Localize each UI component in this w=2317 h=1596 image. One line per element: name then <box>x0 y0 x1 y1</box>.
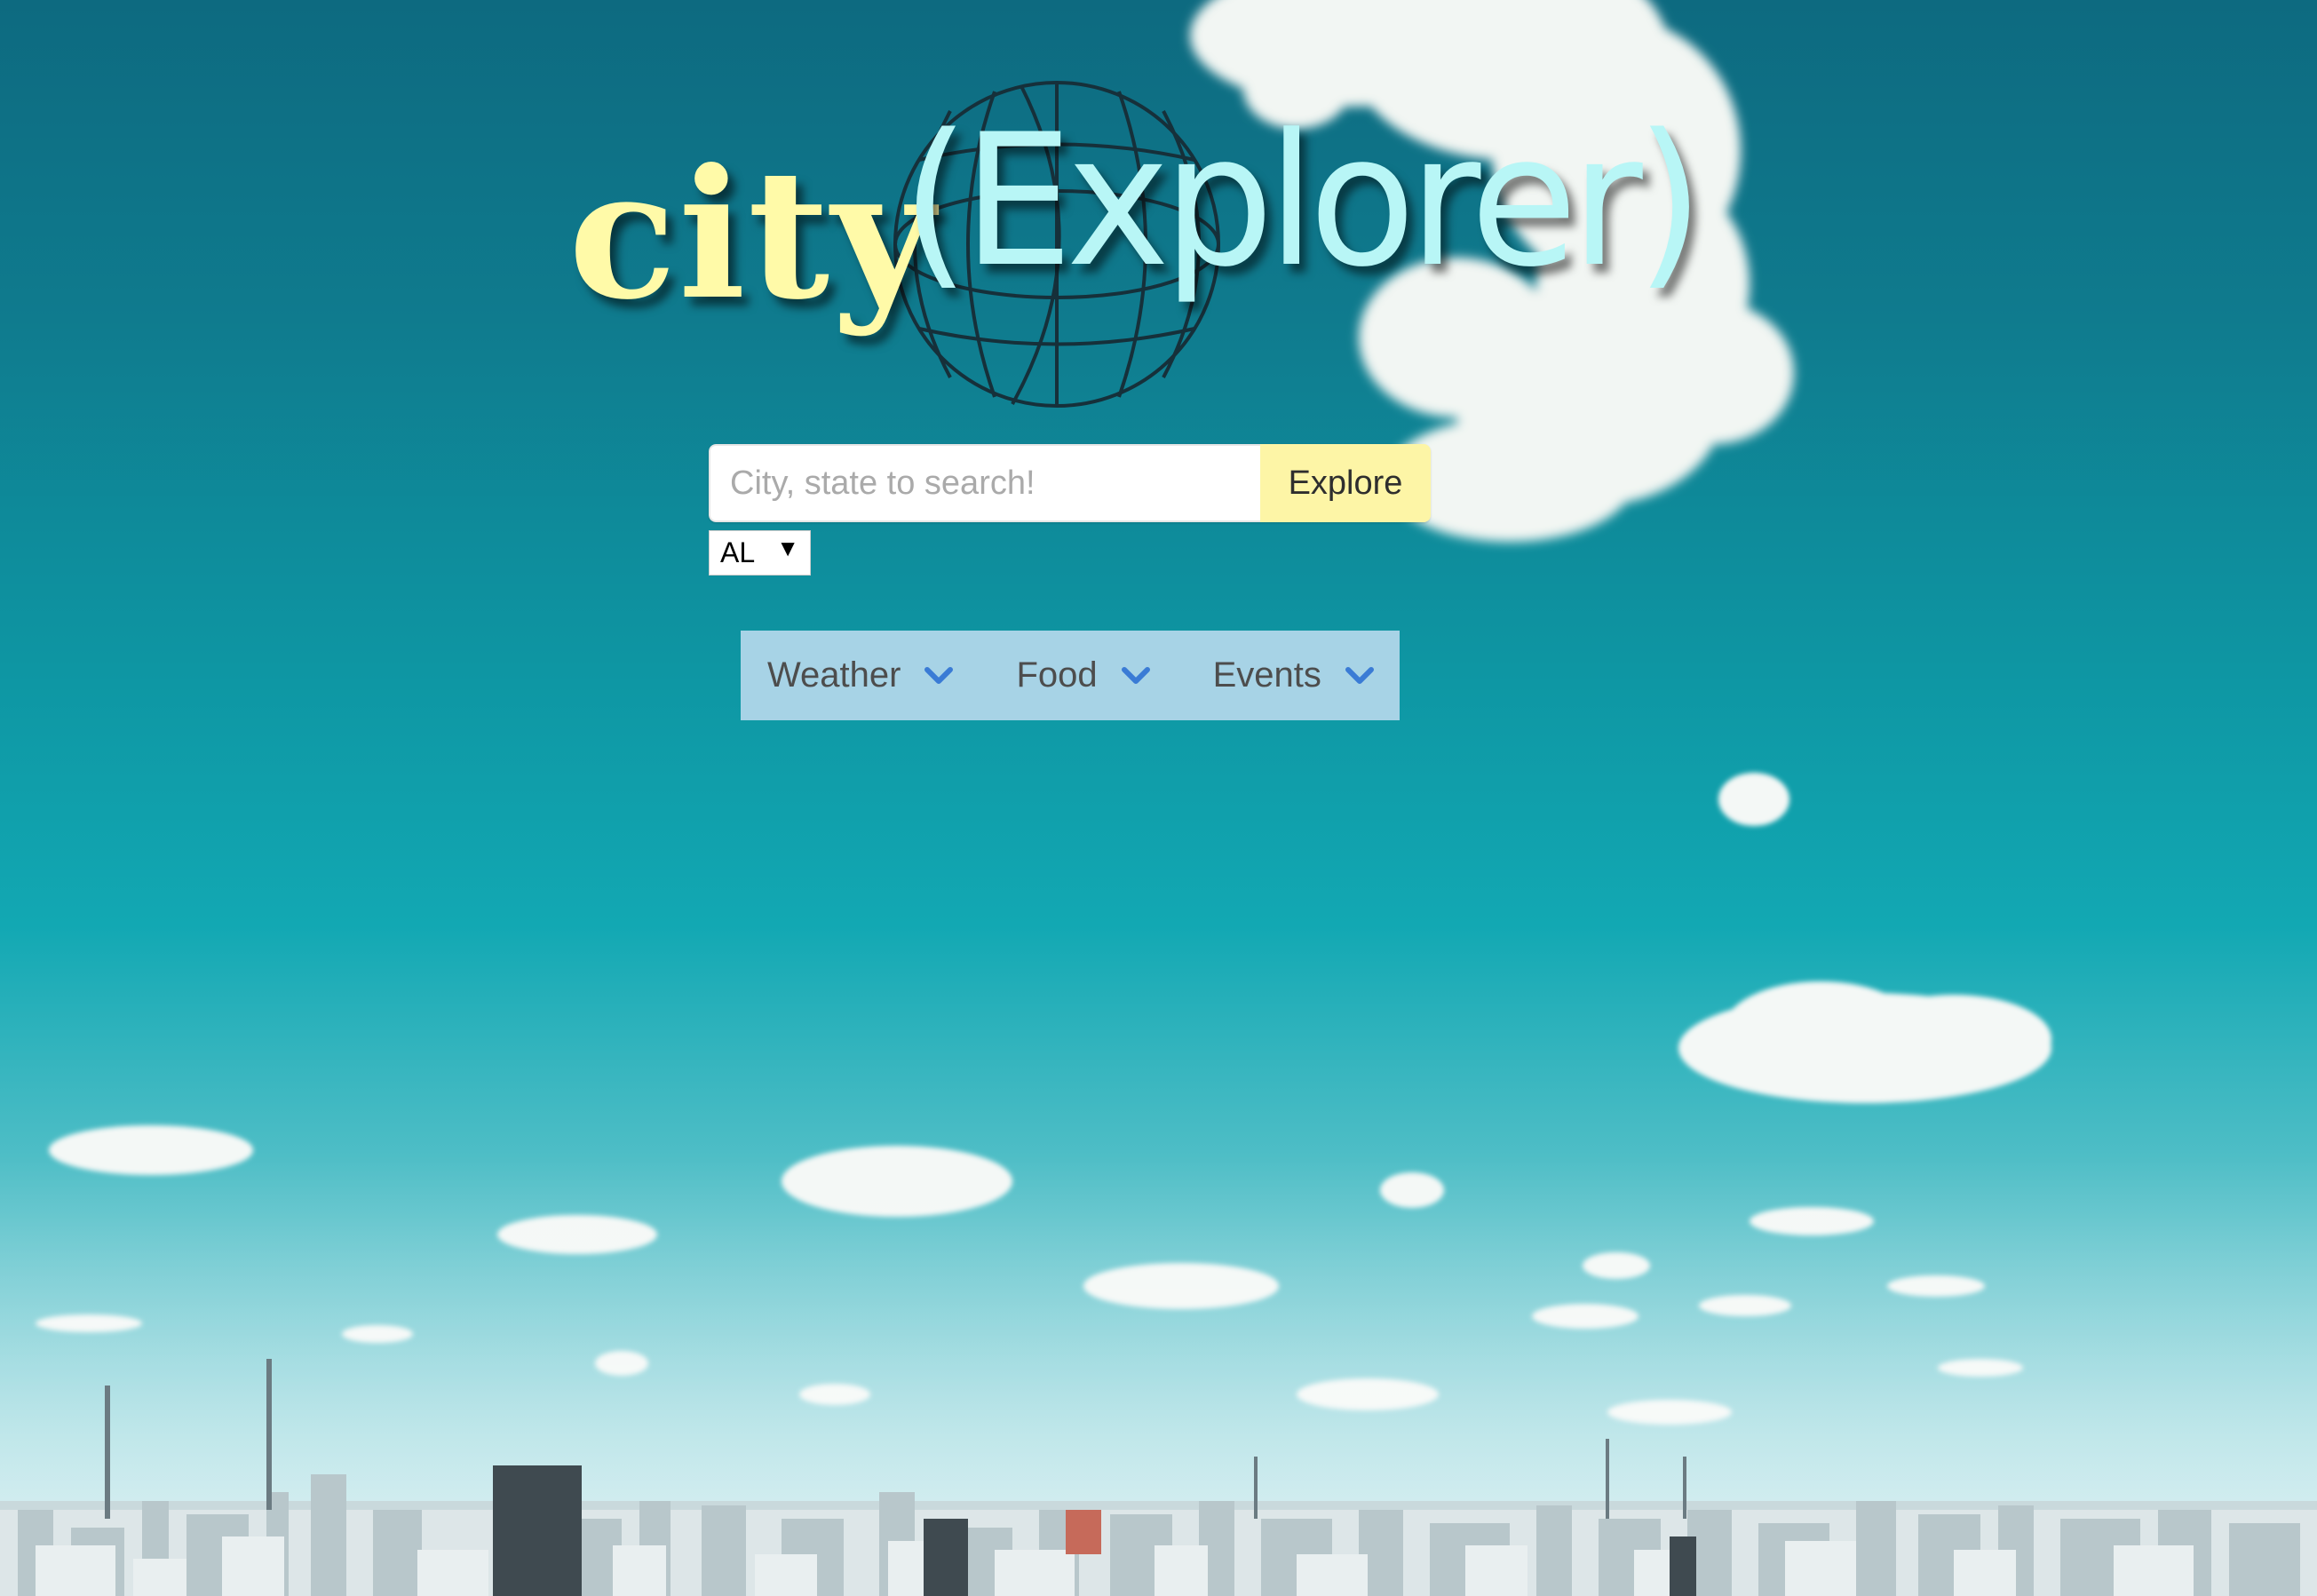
logo-city-text: city <box>568 131 937 339</box>
weather-dropdown[interactable]: Weather <box>767 631 954 720</box>
chevron-down-icon <box>924 666 954 684</box>
chevron-down-icon <box>1121 666 1150 684</box>
state-select-value: AL <box>720 536 756 568</box>
state-select[interactable]: AL ▼ <box>709 530 811 576</box>
logo: city (Explorer) <box>568 71 1704 417</box>
chevron-down-icon <box>1345 666 1374 684</box>
search-input[interactable] <box>709 444 1260 522</box>
events-label: Events <box>1212 655 1321 695</box>
category-bar: Weather Food Events <box>741 631 1400 720</box>
events-dropdown[interactable]: Events <box>1213 631 1375 720</box>
weather-label: Weather <box>767 655 901 695</box>
explore-button[interactable]: Explore <box>1260 444 1431 522</box>
dropdown-arrow-icon: ▼ <box>776 535 799 561</box>
logo-explorer-text: (Explorer) <box>901 96 1704 307</box>
search-form: Explore <box>709 444 1431 522</box>
food-label: Food <box>1016 655 1098 695</box>
food-dropdown[interactable]: Food <box>1016 631 1150 720</box>
